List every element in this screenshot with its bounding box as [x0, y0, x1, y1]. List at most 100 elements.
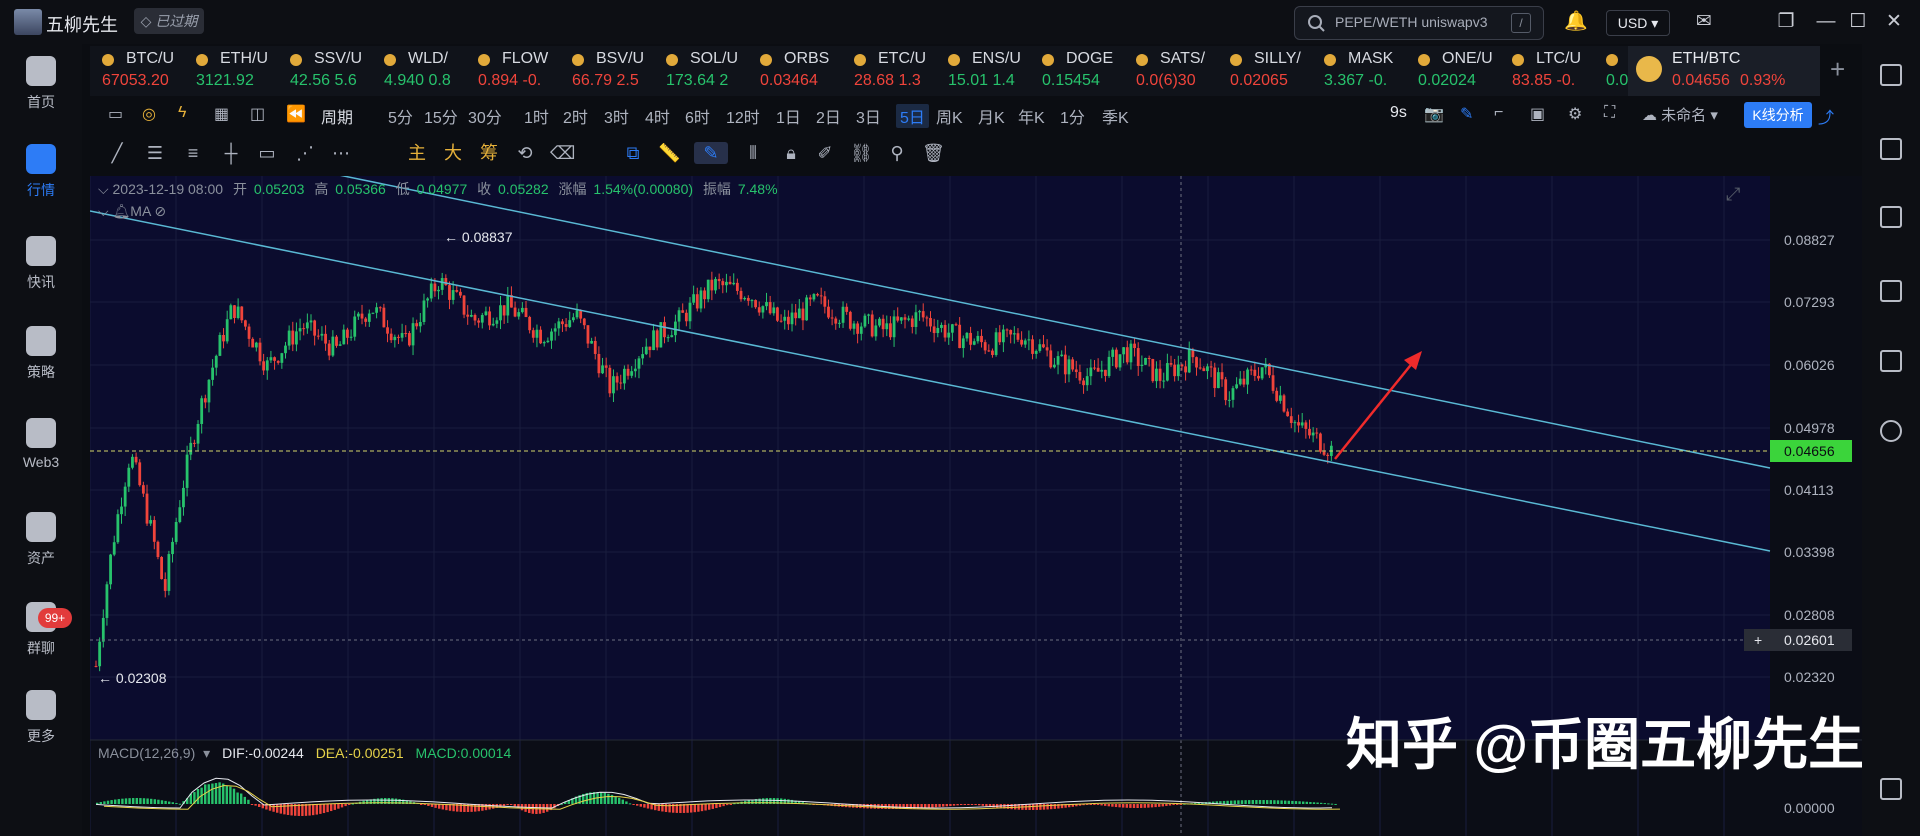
- period-option[interactable]: 5日: [896, 104, 929, 128]
- draw-mode-icon[interactable]: ✎: [694, 142, 728, 164]
- lock-icon[interactable]: 🔒︎: [780, 142, 802, 164]
- window-restore-icon[interactable]: ❐: [1774, 10, 1798, 34]
- chip-toggle[interactable]: 筹: [478, 142, 500, 164]
- period-option[interactable]: 4时: [645, 104, 670, 128]
- refresh-icon[interactable]: ⟲: [514, 142, 536, 164]
- ma-indicator-label[interactable]: ⌵ 🔔︎MA ⊘: [98, 203, 166, 219]
- period-option[interactable]: 月K: [978, 104, 1005, 128]
- timer-icon[interactable]: ◎: [142, 104, 156, 124]
- ticker-tab[interactable]: SATS/0.0(6)30: [1136, 46, 1226, 96]
- candle-type-icon[interactable]: ▭: [108, 104, 123, 124]
- app-avatar[interactable]: [14, 9, 42, 35]
- ticker-tab[interactable]: ORBS 0.03464: [760, 46, 850, 96]
- period-option[interactable]: 3日: [856, 104, 881, 128]
- layout-name-select[interactable]: ☁ 未命名 ▾: [1642, 104, 1718, 125]
- ticker-tab[interactable]: SILLY/0.02065: [1230, 46, 1320, 96]
- period-option[interactable]: 周K: [936, 104, 963, 128]
- minimize-icon[interactable]: —: [1814, 10, 1838, 34]
- split-view-icon[interactable]: ◫: [250, 104, 265, 124]
- period-option[interactable]: 1时: [524, 104, 549, 128]
- ticker-tab[interactable]: SSV/U 42.56 5.6: [290, 46, 380, 96]
- trash-icon[interactable]: 🗑: [922, 142, 945, 164]
- sidebar-item-5[interactable]: 资产: [0, 512, 82, 568]
- sidebar-item-1[interactable]: 行情: [0, 144, 82, 200]
- ticker-tab[interactable]: FLOW 0.894 -0.: [478, 46, 568, 96]
- depth-icon[interactable]: [1880, 280, 1902, 302]
- ticker-tab[interactable]: LTC/U 83.85 -0.: [1512, 46, 1602, 96]
- layout-icon[interactable]: [1880, 778, 1902, 800]
- horizontal-lines-icon[interactable]: ≡: [182, 142, 204, 164]
- ticker-tab[interactable]: ETC/U 28.68 1.3: [854, 46, 944, 96]
- sidebar-item-4[interactable]: Web3: [0, 418, 82, 470]
- price-chart[interactable]: 0.08827 0.07293 0.06026 0.04978 0.04113 0.033…: [90, 176, 1862, 836]
- calendar-icon[interactable]: ▦: [214, 104, 229, 124]
- save-icon[interactable]: ▣: [1530, 104, 1545, 124]
- filter-icon[interactable]: ⚲: [886, 142, 908, 164]
- ticker-tab[interactable]: SOL/U 173.64 2: [666, 46, 756, 96]
- ticker-tab[interactable]: ENS/U 15.01 1.4: [948, 46, 1038, 96]
- link-icon[interactable]: ⛓: [850, 142, 873, 164]
- pen-icon[interactable]: ✎: [1460, 104, 1473, 124]
- exchange-icon[interactable]: [1880, 420, 1902, 442]
- lightning-icon[interactable]: ϟ: [178, 104, 186, 122]
- ticker-tab[interactable]: ONE/U 0.02024: [1418, 46, 1508, 96]
- sidebar-item-3[interactable]: 策略: [0, 326, 82, 382]
- period-option[interactable]: 1日: [776, 104, 801, 128]
- trade-icon[interactable]: [1880, 206, 1902, 228]
- period-option[interactable]: 1分: [1060, 104, 1085, 128]
- period-option[interactable]: 12时: [726, 104, 760, 128]
- period-option[interactable]: 年K: [1018, 104, 1045, 128]
- period-option[interactable]: 3时: [604, 104, 629, 128]
- maximize-icon[interactable]: ☐: [1846, 10, 1870, 34]
- line-tool-icon[interactable]: ╱: [106, 142, 128, 164]
- sidebar-item-2[interactable]: 快讯: [0, 236, 82, 292]
- ticker-tab[interactable]: ETH/U 3121.92: [196, 46, 286, 96]
- period-select[interactable]: 周期: [321, 104, 353, 128]
- main-indicator-toggle[interactable]: 主: [406, 142, 428, 164]
- close-icon[interactable]: ✕: [1882, 10, 1906, 34]
- period-option[interactable]: 30分: [468, 104, 502, 128]
- candle-tool-icon[interactable]: ⫴: [742, 142, 764, 164]
- ticker-tab[interactable]: MASK 3.367 -0.: [1324, 46, 1414, 96]
- note-icon[interactable]: ✐: [814, 142, 836, 164]
- rectangle-icon[interactable]: ▭: [256, 142, 278, 164]
- big-order-toggle[interactable]: 大: [442, 142, 464, 164]
- more-tools-icon[interactable]: ⋯: [330, 142, 352, 164]
- magnet-icon[interactable]: ⧉: [622, 142, 644, 164]
- fib-icon[interactable]: ⋰: [294, 142, 316, 164]
- eraser-icon[interactable]: ⌫: [550, 142, 575, 164]
- currency-select[interactable]: USD ▾: [1606, 10, 1670, 36]
- mail-icon[interactable]: ✉: [1692, 10, 1716, 34]
- settings-icon[interactable]: ⚙: [1568, 104, 1582, 124]
- ticker-tab[interactable]: BTC/U 67053.20: [102, 46, 192, 96]
- orders-icon[interactable]: [1880, 138, 1902, 160]
- add-tab-icon[interactable]: +: [1830, 54, 1845, 85]
- share-icon[interactable]: ⤴: [1818, 104, 1834, 128]
- fullscreen-icon[interactable]: ⛶: [1604, 104, 1615, 122]
- k-analysis-button[interactable]: K线分析: [1744, 102, 1812, 128]
- bell-icon[interactable]: 🔔: [1564, 10, 1588, 34]
- period-option[interactable]: 15分: [424, 104, 458, 128]
- candle-body: [838, 322, 841, 324]
- rewind-icon[interactable]: ⏪: [286, 104, 306, 124]
- ticker-tab[interactable]: DOGE 0.15454: [1042, 46, 1132, 96]
- period-option[interactable]: 2日: [816, 104, 841, 128]
- ticker-tab-active[interactable]: ETH/BTC 0.04656 0.93%: [1628, 46, 1820, 96]
- sidebar-item-0[interactable]: 首页: [0, 56, 82, 112]
- ruler-icon[interactable]: 📏: [658, 142, 680, 164]
- watchlist-icon[interactable]: [1880, 64, 1902, 86]
- crop-icon[interactable]: ⌐: [1494, 104, 1503, 122]
- sidebar-item-7[interactable]: 更多: [0, 690, 82, 746]
- indicator-icon[interactable]: [1880, 350, 1902, 372]
- camera-icon[interactable]: 📷: [1424, 104, 1444, 124]
- period-option[interactable]: 2时: [563, 104, 588, 128]
- horizontal-line-icon[interactable]: ┼: [220, 142, 242, 164]
- period-option[interactable]: 季K: [1102, 104, 1129, 128]
- expand-chart-icon[interactable]: ⤢: [1726, 184, 1741, 204]
- ticker-tab[interactable]: BSV/U 66.79 2.5: [572, 46, 662, 96]
- period-option[interactable]: 6时: [685, 104, 710, 128]
- period-option[interactable]: 5分: [388, 104, 413, 128]
- search-input[interactable]: PEPE/WETH uniswapv3 /: [1294, 6, 1544, 40]
- ticker-tab[interactable]: WLD/4.940 0.8: [384, 46, 474, 96]
- parallel-line-icon[interactable]: ☰: [144, 142, 166, 164]
